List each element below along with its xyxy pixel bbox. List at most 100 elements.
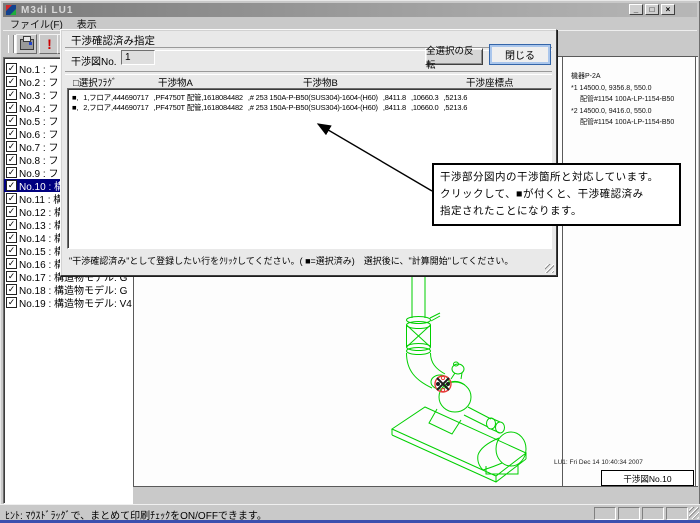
row-cell: ,8411.8 — [383, 93, 406, 102]
print-checkbox[interactable]: ✓ — [6, 167, 17, 178]
row-cell: ,# 253 150A-P-B50(SUS304)-1604-(H60) — [248, 103, 378, 112]
dialog-column-headers: □選択ﾌﾗｸﾞ干渉物A干渉物B干渉座標点 — [61, 75, 556, 89]
row-cell: ■, — [72, 103, 78, 112]
sidebar-item-label: No.10 : 構 — [19, 179, 64, 192]
interference-row[interactable]: ■, 2,フロア,444690717 ,PF4750T 配管,1618084482,… — [72, 102, 551, 112]
sidebar-item-label: No.2 : フ — [19, 75, 58, 88]
printer-icon — [20, 39, 34, 50]
status-panels — [594, 507, 688, 520]
interference-point-coords: *1 14500.0, 9356.8, 550.0 — [571, 83, 691, 94]
sidebar-item-label: No.8 : フ — [19, 153, 58, 166]
dialog-resize-grip[interactable] — [545, 264, 554, 273]
status-cell — [666, 507, 688, 520]
title-bar: M3di LU1 — [3, 3, 697, 17]
sheet-frame-divider — [562, 57, 563, 487]
status-cell — [642, 507, 664, 520]
print-checkbox[interactable]: ✓ — [6, 232, 17, 243]
annotation-callout: 干渉部分図内の干渉箇所と対応しています。 クリックして、■が付くと、干渉確認済み… — [432, 163, 681, 226]
print-checkbox[interactable]: ✓ — [6, 258, 17, 269]
app-icon — [6, 5, 16, 15]
equipment-label: 機器P-2A — [571, 71, 691, 82]
maximize-button[interactable]: □ — [645, 4, 659, 15]
print-checkbox[interactable]: ✓ — [6, 284, 17, 295]
row-cell: ,PF4750T 配管,1618084482 — [154, 102, 243, 113]
print-checkbox[interactable]: ✓ — [6, 297, 17, 308]
window-controls: _ □ × — [629, 4, 675, 15]
interference-point-coords: *2 14500.0, 9416.0, 550.0 — [571, 106, 691, 117]
print-checkbox[interactable]: ✓ — [6, 206, 17, 217]
print-checkbox[interactable]: ✓ — [6, 128, 17, 139]
print-checkbox[interactable]: ✓ — [6, 180, 17, 191]
interference-pipe-label: 配管#1154 100A-LP-1154-B50 — [571, 117, 691, 128]
print-checkbox[interactable]: ✓ — [6, 193, 17, 204]
sheet-frame-right — [695, 57, 696, 487]
sidebar-item-label: No.11 : 構 — [19, 192, 63, 205]
print-checkbox[interactable]: ✓ — [6, 63, 17, 74]
sidebar-item-label: No.13 : 構 — [19, 218, 64, 231]
alert-icon: ! — [47, 37, 52, 51]
row-cell: 2,フロア,444690717 — [83, 102, 148, 113]
print-checkbox[interactable]: ✓ — [6, 115, 17, 126]
interference-row[interactable]: ■,1,フロア,444690717,PF4750T 配管,1618084482,… — [72, 92, 551, 102]
window-title: M3di LU1 — [21, 5, 73, 16]
print-button[interactable] — [16, 34, 37, 54]
interference-marker — [435, 376, 451, 392]
dialog-close-button[interactable]: 閉じる — [489, 44, 551, 65]
column-header: 干渉物B — [303, 75, 466, 89]
row-cell: ,10660.3 — [411, 93, 439, 102]
dialog-footer-hint: "干渉確認済み"として登録したい行をｸﾘｯｸしてください。( ■=選択済み) 選… — [69, 254, 513, 267]
interference-confirm-dialog: 干渉確認済み指定 干渉図No. 全選択の反転 閉じる □選択ﾌﾗｸﾞ干渉物A干渉… — [60, 29, 557, 276]
sidebar-item-label: No.19 : 構造物モデル: V4 — [19, 296, 132, 309]
sidebar-item-label: No.6 : フ — [19, 127, 58, 140]
plot-timestamp: LU1: Fri Dec 14 10:40:34 2007 — [554, 459, 643, 466]
sidebar-item-label: No.3 : フ — [19, 88, 58, 101]
print-checkbox[interactable]: ✓ — [6, 102, 17, 113]
column-header: □選択ﾌﾗｸﾞ — [73, 75, 158, 89]
sidebar-item[interactable]: ✓No.18 : 構造物モデル: G — [4, 283, 132, 296]
close-button[interactable]: × — [661, 4, 675, 15]
row-cell: ,8411.8 — [383, 103, 406, 112]
sheet-title-block: 干渉図No.10 — [601, 470, 694, 486]
sidebar-item-label: No.7 : フ — [19, 140, 58, 153]
interference-no-field[interactable] — [121, 50, 155, 65]
interference-info-block: 機器P-2A*1 14500.0, 9356.8, 550.0配管#1154 1… — [571, 71, 691, 128]
sidebar-item-label: No.18 : 構造物モデル: G — [19, 283, 127, 296]
invert-selection-button[interactable]: 全選択の反転 — [425, 48, 483, 65]
status-bar: ﾋﾝﾄ: ﾏｳｽﾄﾞﾗｯｸﾞで、まとめて印刷ﾁｪｯｸをON/OFFできます。 — [0, 504, 700, 521]
row-cell: ■, — [72, 93, 78, 102]
sidebar-item-label: No.14 : 構 — [19, 231, 64, 244]
print-checkbox[interactable]: ✓ — [6, 219, 17, 230]
sidebar-item-label: No.5 : フ — [19, 114, 58, 127]
row-cell: ,10660.0 — [411, 103, 439, 112]
print-checkbox[interactable]: ✓ — [6, 76, 17, 87]
sidebar-item-label: No.16 : 構 — [19, 257, 64, 270]
status-cell — [618, 507, 640, 520]
column-header: 干渉物A — [158, 75, 303, 89]
sidebar-item-label: No.9 : フ — [19, 166, 58, 179]
dialog-title: 干渉確認済み指定 — [71, 33, 155, 48]
column-header: 干渉座標点 — [466, 75, 556, 89]
interference-no-label: 干渉図No. — [71, 53, 117, 68]
print-checkbox[interactable]: ✓ — [6, 271, 17, 282]
row-cell: ,5213.6 — [444, 93, 468, 102]
print-checkbox[interactable]: ✓ — [6, 89, 17, 100]
row-cell: ,5213.6 — [444, 103, 468, 112]
sidebar-item-label: No.4 : フ — [19, 101, 58, 114]
annotation-line: 干渉部分図内の干渉箇所と対応しています。 — [440, 169, 673, 186]
annotation-line: クリックして、■が付くと、干渉確認済み — [440, 186, 673, 203]
minimize-button[interactable]: _ — [629, 4, 643, 15]
sidebar-item[interactable]: ✓No.19 : 構造物モデル: V4 — [4, 296, 132, 309]
interference-pipe-label: 配管#1154 100A-LP-1154-B50 — [571, 94, 691, 105]
print-checkbox[interactable]: ✓ — [6, 141, 17, 152]
toolbar-grip[interactable] — [8, 35, 14, 53]
status-cell — [594, 507, 616, 520]
print-checkbox[interactable]: ✓ — [6, 245, 17, 256]
annotation-line: 指定されたことになります。 — [440, 203, 673, 220]
app-window: M3di LU1 _ □ × ファイル(F) 表示 ! ✓No.1 : フ✓No… — [0, 0, 700, 523]
row-cell: ,# 253 150A-P-B50(SUS304)-1604-(H60) — [248, 93, 378, 102]
resize-grip[interactable] — [689, 507, 699, 519]
sidebar-item-label: No.15 : 構 — [19, 244, 64, 257]
print-checkbox[interactable]: ✓ — [6, 154, 17, 165]
sidebar-item-label: No.12 : 構 — [19, 205, 64, 218]
sidebar-item-label: No.1 : フ — [19, 62, 58, 75]
